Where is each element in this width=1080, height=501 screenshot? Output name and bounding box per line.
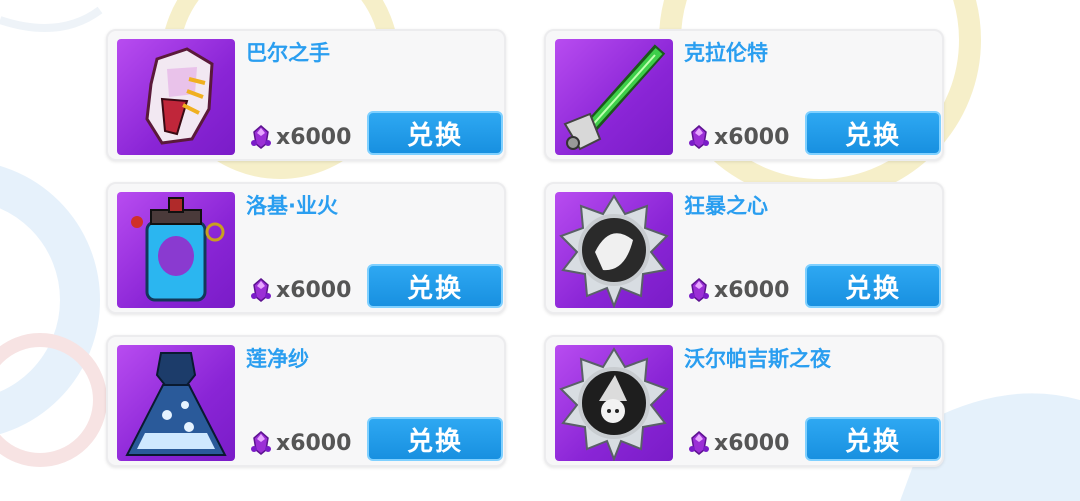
exchange-item-card: 洛基·业火 x6000 兑换: [106, 182, 506, 314]
item-name: 莲净纱: [246, 347, 309, 371]
purple-gem-icon: [688, 430, 710, 456]
exchange-button[interactable]: 兑换: [805, 264, 941, 308]
item-price: x6000: [250, 429, 351, 457]
blue-dress-icon: [125, 352, 227, 456]
item-price: x6000: [250, 276, 351, 304]
price-value: x6000: [276, 124, 352, 150]
item-thumbnail: [555, 192, 673, 308]
price-value: x6000: [276, 277, 352, 303]
item-thumbnail: [555, 345, 673, 461]
item-price: x6000: [250, 123, 351, 151]
item-price: x6000: [688, 429, 789, 457]
item-name: 洛基·业火: [246, 194, 338, 218]
purple-gem-icon: [250, 430, 272, 456]
item-thumbnail: [555, 39, 673, 155]
exchange-item-card: 巴尔之手 x6000 兑换: [106, 29, 506, 161]
price-value: x6000: [714, 430, 790, 456]
price-value: x6000: [714, 277, 790, 303]
exchange-button[interactable]: 兑换: [367, 264, 503, 308]
purple-gem-icon: [688, 277, 710, 303]
item-name: 沃尔帕吉斯之夜: [684, 347, 831, 371]
exchange-button[interactable]: 兑换: [367, 111, 503, 155]
silver-medal-icon: [559, 194, 669, 308]
item-thumbnail: [117, 39, 235, 155]
exchange-item-card: 沃尔帕吉斯之夜 x6000 兑换: [544, 335, 944, 467]
exchange-button[interactable]: 兑换: [805, 111, 941, 155]
green-sword-icon: [563, 44, 666, 151]
purple-gem-icon: [688, 124, 710, 150]
item-thumbnail: [117, 345, 235, 461]
item-thumbnail: [117, 192, 235, 308]
lantern-jar-icon: [131, 197, 225, 302]
claw-gauntlet-icon: [145, 47, 214, 145]
purple-gem-icon: [250, 277, 272, 303]
purple-gem-icon: [250, 124, 272, 150]
exchange-item-card: 克拉伦特 x6000 兑换: [544, 29, 944, 161]
witch-medal-icon: [559, 347, 669, 461]
item-name: 克拉伦特: [684, 41, 768, 65]
item-price: x6000: [688, 123, 789, 151]
price-value: x6000: [714, 124, 790, 150]
price-value: x6000: [276, 430, 352, 456]
exchange-item-card: 狂暴之心 x6000 兑换: [544, 182, 944, 314]
item-name: 狂暴之心: [684, 194, 768, 218]
item-name: 巴尔之手: [246, 41, 330, 65]
exchange-item-card: 莲净纱 x6000 兑换: [106, 335, 506, 467]
exchange-button[interactable]: 兑换: [805, 417, 941, 461]
item-price: x6000: [688, 276, 789, 304]
exchange-button[interactable]: 兑换: [367, 417, 503, 461]
